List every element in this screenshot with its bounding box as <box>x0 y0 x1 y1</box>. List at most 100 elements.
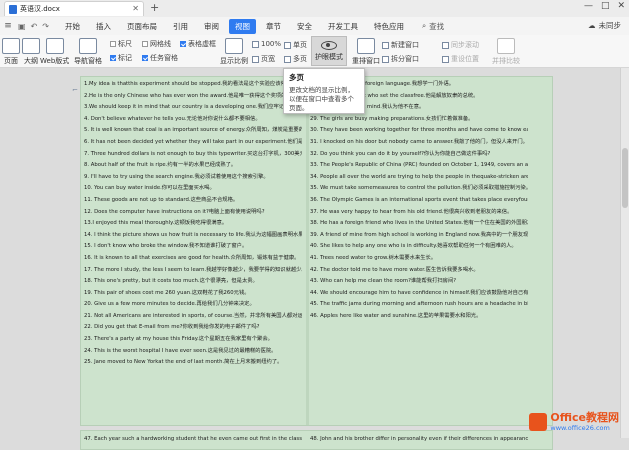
document-tab-title: 英语汉.docx <box>20 5 60 13</box>
document-line: 32. Do you think you can do it by yourse… <box>310 150 491 157</box>
document-line: 10. You can buy water inside.你可以在里面买水喝。 <box>84 185 215 192</box>
next-page-right-column: 48. John and his brother differ in perso… <box>310 434 528 446</box>
gridlines-checkbox[interactable]: 网格线 <box>142 39 171 49</box>
document-line: 44. We should encourage him to have conf… <box>310 289 528 296</box>
document-line: 19. This pair of shoes cost me 260 yuan.… <box>84 289 250 296</box>
document-line: 30. They have been working together for … <box>310 127 528 134</box>
document-line: 37. He was very happy to hear from his o… <box>310 208 513 215</box>
document-line: 48. John and his brother differ in perso… <box>310 436 528 442</box>
page-width-button[interactable]: 页宽 <box>252 54 275 64</box>
document-line: 29. The girls are busy making preparatio… <box>310 115 474 122</box>
split-window-button[interactable]: 拆分窗口 <box>382 54 419 64</box>
maximize-button[interactable]: □ <box>601 1 610 11</box>
undo-icon[interactable]: ↶ <box>31 22 38 31</box>
save-icon[interactable]: ▣ <box>18 22 26 31</box>
multi-page-button[interactable]: 多页 <box>284 54 307 64</box>
zoom-100-button[interactable]: 100% <box>252 40 281 48</box>
menu-review[interactable]: 审阅 <box>198 19 225 34</box>
menu-view[interactable]: 视图 <box>228 18 256 34</box>
menu-references[interactable]: 引用 <box>167 19 194 34</box>
side-by-side-icon <box>497 38 515 54</box>
menu-chapter[interactable]: 章节 <box>260 19 287 34</box>
nav-pane-button[interactable]: 导航窗格 <box>74 38 102 66</box>
document-icon <box>9 4 17 14</box>
one-page-icon <box>284 41 291 49</box>
document-line: 42. The doctor told me to have more wate… <box>310 266 479 273</box>
side-by-side-button[interactable]: 并排比较 <box>492 38 520 66</box>
taskpane-checkbox[interactable]: 任务窗格 <box>142 53 178 63</box>
rearrange-window-button[interactable]: 重排窗口 <box>352 38 380 66</box>
sync-scroll-icon <box>442 41 449 49</box>
menu-layout[interactable]: 页面布局 <box>121 19 163 34</box>
new-window-button[interactable]: 新建窗口 <box>382 40 419 50</box>
document-page[interactable]: 1.My idea is thatthis experiment should … <box>80 76 553 426</box>
search-box[interactable]: ⌕ 查找 <box>422 21 444 32</box>
page-view-icon <box>2 38 20 54</box>
document-line: 17. The more I study, the less I seem to… <box>84 266 302 273</box>
menu-features[interactable]: 特色应用 <box>368 19 410 34</box>
watermark-main: Office教程网 <box>550 411 619 424</box>
sync-scroll-button[interactable]: 同步滚动 <box>442 40 479 50</box>
zoom-button[interactable]: 显示比例 <box>220 38 248 66</box>
sync-status[interactable]: ☁ 未同步 <box>588 20 621 31</box>
document-line: 36. The Olympic Games is an internationa… <box>310 196 528 203</box>
document-line: 43. Who can help me clean the room?谁能帮我打… <box>310 278 457 285</box>
scrollbar-thumb[interactable] <box>622 148 628 208</box>
document-line: 3.We should keep it in mind that our cou… <box>84 104 302 111</box>
paragraph-marker-icon[interactable]: ⌐ <box>72 86 78 94</box>
document-line: 25. Jane moved to New Yorkat the end of … <box>84 359 283 366</box>
page-width-icon <box>252 55 259 63</box>
document-line: 11. These goods are not up to standard.这… <box>84 196 239 203</box>
document-line: 6. It has not been decided yet whether t… <box>84 138 302 145</box>
title-bar: 英语汉.docx ✕ + — □ ✕ <box>0 0 629 18</box>
markup-check-icon <box>110 55 116 61</box>
zoom-100-icon <box>252 40 259 48</box>
document-line: 33. The People's Republic of China (PRC)… <box>310 162 528 169</box>
web-view-icon <box>45 38 64 54</box>
new-tab-icon[interactable]: + <box>150 1 159 14</box>
table-gridlines-check-icon <box>180 41 186 47</box>
menu-security[interactable]: 安全 <box>291 19 318 34</box>
new-window-icon <box>382 41 389 49</box>
table-gridlines-checkbox[interactable]: 表格虚框 <box>180 39 216 49</box>
zoom-icon <box>225 38 243 54</box>
document-line: 38. He has a foreign friend who lives in… <box>310 220 528 227</box>
reset-position-icon <box>442 55 449 63</box>
document-line: 18. This one's pretty, but it costs too … <box>84 278 258 285</box>
multi-page-tooltip: 多页 更改文档的显示比例，以便在窗口中查看多个页面。 <box>283 68 365 114</box>
next-page[interactable]: 47. Each year such a hardworking student… <box>80 430 553 450</box>
web-view-button[interactable]: Web版式 <box>40 38 69 66</box>
document-line: 7. Three hundred dollars is not enough t… <box>84 150 302 157</box>
ruler-checkbox[interactable]: 标尺 <box>110 39 132 49</box>
document-line: 23. There's a party at my house this Fri… <box>84 336 273 343</box>
menu-home[interactable]: 开始 <box>59 19 86 34</box>
page-view-button[interactable]: 页面 <box>2 38 20 66</box>
outline-view-button[interactable]: 大纲 <box>22 38 40 66</box>
close-window-button[interactable]: ✕ <box>617 1 625 11</box>
quick-access: ▣ ↶ ↷ <box>18 22 49 31</box>
document-line: 39. A friend of mine from high school is… <box>310 231 528 238</box>
menu-insert[interactable]: 插入 <box>90 19 117 34</box>
search-label: 查找 <box>429 21 445 31</box>
eye-protection-button[interactable]: 护眼模式 <box>311 36 347 66</box>
column-divider <box>306 77 309 425</box>
nav-pane-icon <box>79 38 97 54</box>
redo-icon[interactable]: ↷ <box>42 22 49 31</box>
one-page-button[interactable]: 单页 <box>284 40 307 50</box>
document-line: 15. I don't know who broke the window.我不… <box>84 243 248 250</box>
rearrange-window-icon <box>357 38 375 54</box>
document-tab[interactable]: 英语汉.docx ✕ <box>4 1 144 16</box>
document-line: 31. I knocked on his door but nobody cam… <box>310 138 528 145</box>
site-watermark: Office教程网 www.office26.com <box>529 412 619 432</box>
markup-checkbox[interactable]: 标记 <box>110 53 132 63</box>
minimize-button[interactable]: — <box>584 1 593 11</box>
tooltip-title: 多页 <box>289 73 304 82</box>
reset-position-button[interactable]: 重设位置 <box>442 54 479 64</box>
vertical-scrollbar[interactable] <box>620 68 629 438</box>
menu-developer[interactable]: 开发工具 <box>322 19 364 34</box>
menu-icon[interactable]: ≡ <box>0 21 16 31</box>
close-tab-icon[interactable]: ✕ <box>132 4 139 13</box>
document-line: 14. I think the picture shows us how fru… <box>84 231 302 238</box>
document-line: 20. Give us a few more minutes to decide… <box>84 301 255 308</box>
document-line: 16. It is known to all that exercises ar… <box>84 254 300 261</box>
